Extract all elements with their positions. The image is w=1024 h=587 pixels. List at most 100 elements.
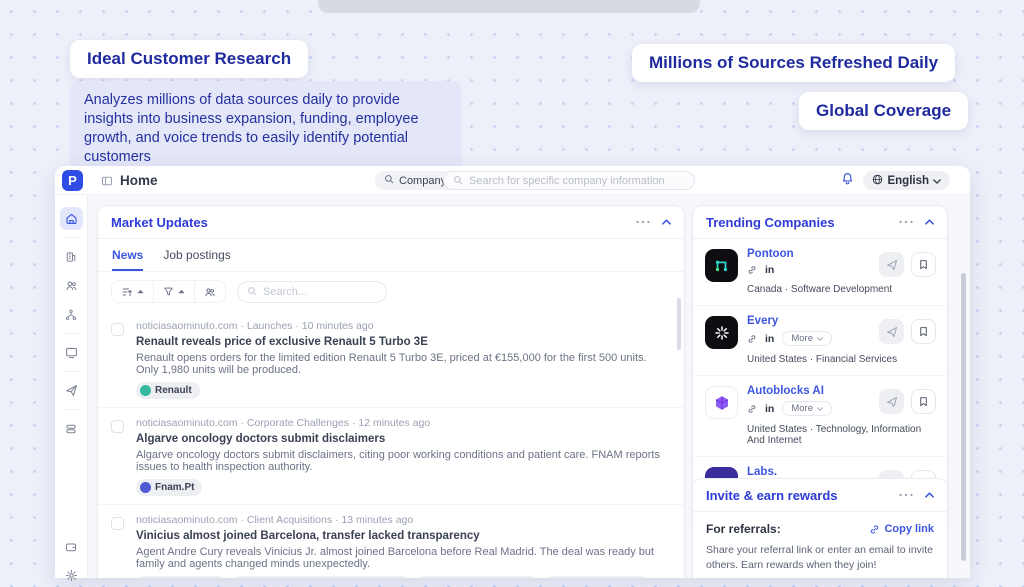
trending-title: Trending Companies (706, 215, 835, 230)
more-links-pill[interactable]: More (782, 401, 832, 416)
callout-global-coverage: Global Coverage (799, 92, 968, 130)
screen-share-icon[interactable] (60, 341, 83, 364)
filter-segmented-control (111, 280, 226, 303)
trending-company-row[interactable]: Autoblocks AI in More United States · Te… (693, 376, 947, 457)
sidebar-divider (62, 237, 81, 238)
page-scrollbar[interactable] (961, 273, 966, 561)
home-icon[interactable] (60, 207, 83, 230)
company-logo (705, 316, 738, 349)
triangle-up-icon (178, 289, 185, 294)
news-filter-row (98, 272, 684, 311)
news-search[interactable] (237, 281, 387, 303)
website-link-icon[interactable] (747, 404, 757, 414)
chevron-down-icon (817, 337, 823, 341)
settings-gear-icon[interactable] (60, 564, 83, 587)
linkedin-icon[interactable]: in (765, 333, 774, 345)
news-meta: noticiasaominuto.com · Corporate Challen… (136, 417, 666, 429)
company-location: United States · Technology, Information … (747, 424, 935, 446)
share-send-button[interactable] (879, 389, 904, 414)
tab-job-postings[interactable]: Job postings (163, 248, 230, 271)
chevron-down-icon (817, 407, 823, 411)
market-updates-header: Market Updates (98, 206, 684, 239)
company-logo (705, 386, 738, 419)
website-link-icon[interactable] (747, 265, 757, 275)
copy-link-button[interactable]: Copy link (869, 523, 934, 535)
notifications-bell-icon[interactable] (841, 172, 854, 185)
news-item[interactable]: noticiasaominuto.com · Client Acquisitio… (98, 505, 684, 578)
news-checkbox[interactable] (111, 323, 124, 336)
sidebar-toggle-icon[interactable] (101, 174, 113, 192)
news-description: Algarve oncology doctors submit disclaim… (136, 449, 666, 473)
invite-description: Share your referral link or enter an ema… (706, 543, 934, 573)
news-description: Renault opens orders for the limited edi… (136, 352, 666, 376)
people-icon[interactable] (60, 274, 83, 297)
company-tag[interactable]: Renault (136, 382, 200, 399)
bookmark-button[interactable] (911, 252, 936, 277)
more-menu-icon[interactable] (899, 220, 913, 224)
top-nav: P Home Company ? English (55, 166, 970, 195)
news-title: Vinicius almost joined Barcelona, transf… (136, 530, 666, 542)
more-menu-icon[interactable] (899, 493, 913, 497)
tab-news[interactable]: News (112, 248, 143, 271)
linkedin-icon[interactable]: in (765, 403, 774, 415)
search-icon (384, 174, 394, 187)
collapse-chevron-icon[interactable] (925, 492, 934, 498)
more-menu-icon[interactable] (636, 220, 650, 224)
collapse-chevron-icon[interactable] (925, 219, 934, 225)
share-send-button[interactable] (879, 252, 904, 277)
website-link-icon[interactable] (747, 334, 757, 344)
app-window: P Home Company ? English (55, 166, 970, 578)
company-tag-logo (140, 385, 151, 396)
callout-description: Analyzes millions of data sources daily … (70, 81, 462, 178)
company-logo (705, 249, 738, 282)
news-item[interactable]: noticiasaominuto.com · Launches · 10 min… (98, 311, 684, 408)
news-checkbox[interactable] (111, 517, 124, 530)
invite-rewards-panel: Invite & earn rewards For referrals: Cop… (692, 478, 948, 578)
news-checkbox[interactable] (111, 420, 124, 433)
app-logo[interactable]: P (62, 170, 83, 191)
company-tag[interactable]: Fnam.Pt (136, 479, 202, 496)
news-search-input[interactable] (263, 286, 405, 298)
collapse-chevron-icon[interactable] (662, 219, 671, 225)
callout-ideal-customer-research: Ideal Customer Research (70, 40, 308, 78)
chevron-down-icon (933, 175, 941, 187)
triangle-up-icon (137, 289, 144, 294)
market-updates-panel: Market Updates News Job postings (97, 205, 685, 578)
bookmark-button[interactable] (911, 389, 936, 414)
market-tabs: News Job postings (98, 239, 684, 272)
language-label: English (887, 175, 929, 187)
sidebar-divider (62, 333, 81, 334)
sort-button[interactable] (112, 281, 153, 302)
globe-icon (872, 174, 883, 188)
trending-company-row[interactable]: Every in More United States · Financial … (693, 306, 947, 376)
filter-button[interactable] (153, 281, 194, 302)
news-item[interactable]: noticiasaominuto.com · Corporate Challen… (98, 408, 684, 505)
global-search[interactable] (443, 171, 695, 190)
global-search-input[interactable] (469, 175, 685, 187)
send-icon[interactable] (60, 379, 83, 402)
share-send-button[interactable] (879, 319, 904, 344)
more-links-pill[interactable]: More (782, 331, 832, 346)
data-icon[interactable] (60, 417, 83, 440)
trending-header: Trending Companies (693, 206, 947, 239)
language-selector[interactable]: English (863, 171, 950, 190)
company-filter-label: Company (399, 175, 446, 187)
linkedin-icon[interactable]: in (765, 264, 774, 276)
page-title: Home (120, 173, 158, 188)
left-sidebar (55, 195, 88, 578)
news-title: Renault reveals price of exclusive Renau… (136, 336, 666, 348)
company-tag-logo (140, 482, 151, 493)
connections-icon[interactable] (60, 303, 83, 326)
trending-company-row[interactable]: Pontoon in More Canada · Software Develo… (693, 239, 947, 306)
sidebar-divider (62, 409, 81, 410)
audience-filter-button[interactable] (194, 281, 225, 302)
news-description: Agent Andre Cury reveals Vinicius Jr. al… (136, 546, 666, 570)
for-referrals-label: For referrals: (706, 522, 781, 536)
companies-icon[interactable] (60, 245, 83, 268)
news-list-scrollbar[interactable] (677, 298, 681, 350)
callout-millions-sources: Millions of Sources Refreshed Daily (632, 44, 955, 82)
news-title: Algarve oncology doctors submit disclaim… (136, 433, 666, 445)
wallet-icon[interactable] (60, 535, 83, 558)
bookmark-button[interactable] (911, 319, 936, 344)
search-icon (453, 172, 463, 190)
